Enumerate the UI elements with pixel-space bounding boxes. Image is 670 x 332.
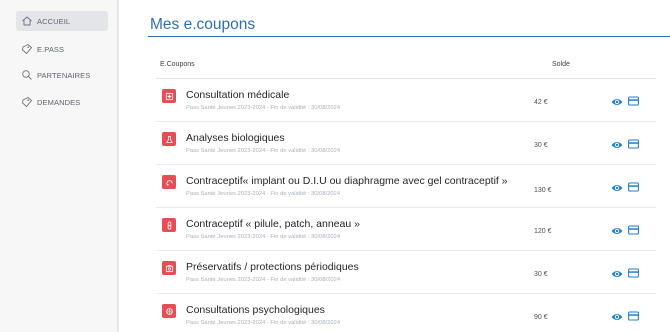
sidebar-item-partenaires[interactable]: PARTENAIRES [20, 65, 112, 85]
coupon-validity: Pass Santé Jeunes 2023-2024 - Fin de val… [186, 320, 341, 326]
coupon-solde: 30 € [534, 142, 548, 149]
table-row[interactable]: Analyses biologiques Pass Santé Jeunes 2… [156, 122, 656, 165]
title-divider [148, 36, 670, 37]
coupon-name: Préservatifs / protections périodiques [186, 261, 359, 273]
card-icon[interactable] [628, 311, 639, 321]
coupon-name: Analyses biologiques [186, 132, 285, 144]
sidebar-item-accueil[interactable]: ACCUEIL [16, 11, 108, 31]
card-icon[interactable] [628, 96, 639, 106]
view-eye-icon[interactable] [611, 269, 623, 279]
view-eye-icon[interactable] [611, 226, 623, 236]
coupon-validity: Pass Santé Jeunes 2023-2024 - Fin de val… [186, 234, 341, 240]
sidebar-item-demandes[interactable]: DEMANDES [20, 92, 112, 112]
coupon-solde: 90 € [534, 314, 548, 321]
coupon-solde: 120 € [534, 228, 552, 235]
sidebar-item-epass[interactable]: E.PASS [20, 39, 112, 59]
column-header-ecoupons: E.Coupons [160, 61, 195, 68]
sidebar-item-label: ACCUEIL [37, 16, 71, 26]
flask-icon [162, 132, 176, 146]
card-icon[interactable] [628, 268, 639, 278]
home-icon [20, 14, 34, 28]
brain-icon [162, 304, 176, 318]
view-eye-icon[interactable] [611, 97, 623, 107]
coupon-solde: 42 € [534, 99, 548, 106]
coupon-validity: Pass Santé Jeunes 2023-2024 - Fin de val… [186, 277, 341, 283]
ticket-icon [20, 95, 34, 109]
table-row[interactable]: Préservatifs / protections périodiques P… [156, 251, 656, 294]
medical-cross-icon [162, 89, 176, 103]
search-icon [20, 68, 34, 82]
sidebar-item-label: E.PASS [37, 44, 65, 54]
view-eye-icon[interactable] [611, 312, 623, 322]
app-frame: ACCUEIL E.PASS PARTENAIRES DEMANDES Mes … [0, 0, 670, 332]
table-row[interactable]: Consultation médicale Pass Santé Jeunes … [156, 79, 656, 122]
table-row[interactable]: Consultations psychologiques Pass Santé … [156, 294, 656, 332]
card-icon[interactable] [628, 139, 639, 149]
sidebar: ACCUEIL E.PASS PARTENAIRES DEMANDES [0, 0, 118, 332]
pill-icon [162, 218, 176, 232]
card-icon[interactable] [628, 225, 639, 235]
coupon-validity: Pass Santé Jeunes 2023-2024 - Fin de val… [186, 105, 341, 111]
coupon-solde: 130 € [534, 187, 552, 194]
view-eye-icon[interactable] [611, 183, 623, 193]
main-panel: Mes e.coupons E.Coupons Solde Consultati… [119, 0, 670, 332]
coupon-name: Contraceptif « pilule, patch, anneau » [186, 218, 360, 230]
coupon-name: Consultations psychologiques [186, 304, 325, 316]
table-row[interactable]: Contraceptif « pilule, patch, anneau » P… [156, 208, 656, 251]
implant-icon [162, 175, 176, 189]
coupon-validity: Pass Santé Jeunes 2023-2024 - Fin de val… [186, 148, 341, 154]
ticket-icon [20, 42, 34, 56]
card-icon[interactable] [628, 182, 639, 192]
package-icon [162, 261, 176, 275]
column-header-solde: Solde [552, 61, 570, 68]
page-title: Mes e.coupons [150, 16, 256, 33]
sidebar-item-label: DEMANDES [37, 97, 81, 107]
coupon-name: Consultation médicale [186, 89, 290, 101]
view-eye-icon[interactable] [611, 140, 623, 150]
coupon-name: Contraceptif« implant ou D.I.U ou diaphr… [186, 175, 508, 187]
table-row[interactable]: Contraceptif« implant ou D.I.U ou diaphr… [156, 165, 656, 208]
sidebar-item-label: PARTENAIRES [37, 70, 91, 80]
coupon-validity: Pass Santé Jeunes 2023-2024 - Fin de val… [186, 191, 341, 197]
coupon-solde: 30 € [534, 271, 548, 278]
